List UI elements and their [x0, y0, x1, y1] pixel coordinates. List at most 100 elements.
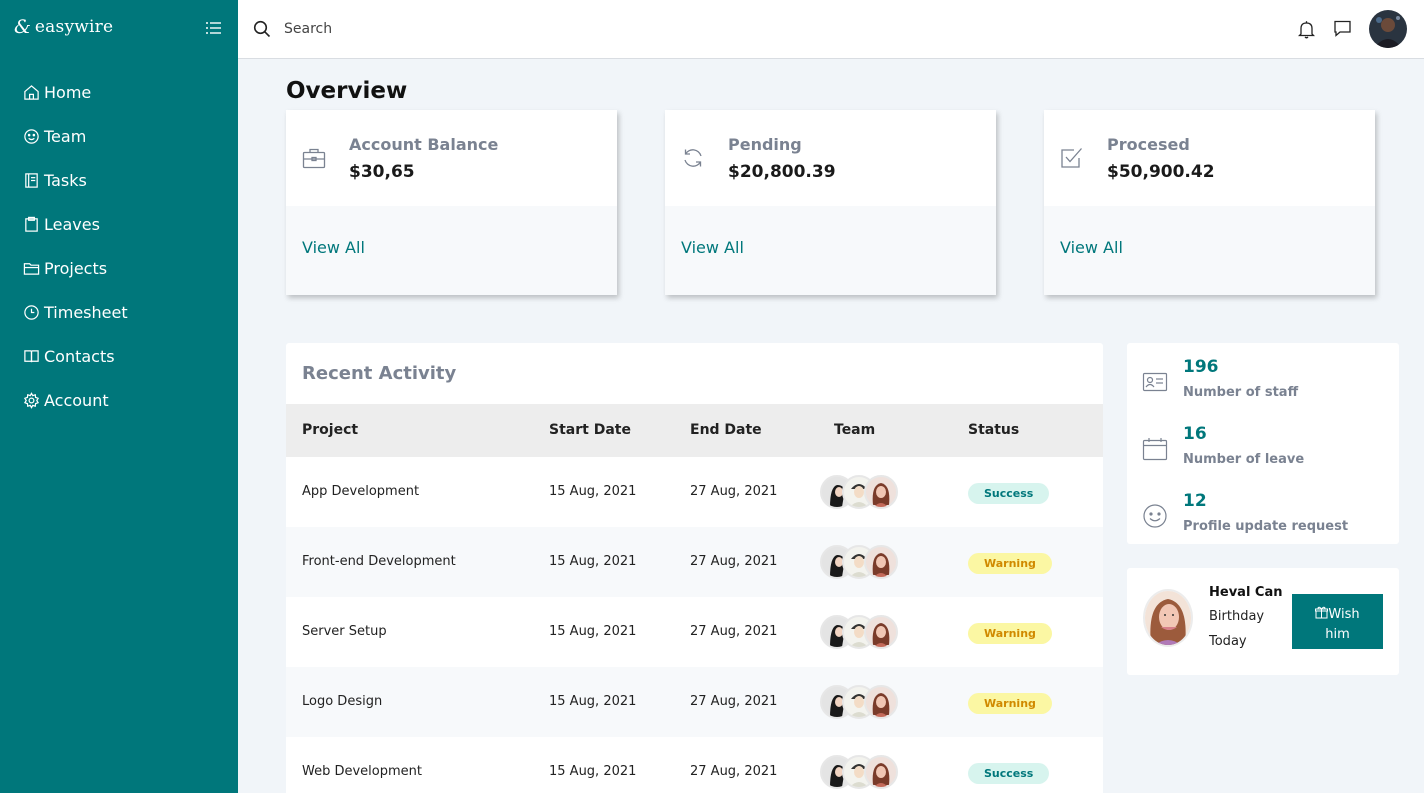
team-avatars	[820, 545, 910, 579]
birthday-avatar	[1143, 589, 1193, 647]
project-cell: Web Development	[302, 764, 422, 779]
card-label: Procesed	[1107, 135, 1190, 154]
card-value: $20,800.39	[728, 162, 836, 182]
notebook-icon	[25, 172, 38, 188]
project-cell: App Development	[302, 484, 420, 499]
view-all-link[interactable]: View All	[302, 238, 365, 257]
view-all-link[interactable]: View All	[681, 238, 744, 257]
logo-mark: &	[14, 16, 31, 38]
pending-card: Pending $20,800.39 View All	[665, 110, 996, 295]
stat-label: Number of leave	[1183, 452, 1305, 467]
stat-value: 196	[1183, 357, 1219, 377]
start-date-cell: 15 Aug, 2021	[549, 484, 637, 499]
team-avatars	[820, 475, 910, 509]
end-date-cell: 27 Aug, 2021	[690, 764, 778, 779]
table-row[interactable]: Server Setup 15 Aug, 2021 27 Aug, 2021 W…	[286, 597, 1103, 667]
sidebar-item-tasks[interactable]: Tasks	[0, 158, 238, 202]
sidebar: & easywire Home Team Tasks Leaves Projec…	[0, 0, 238, 793]
list-menu-icon[interactable]	[205, 20, 223, 36]
project-cell: Logo Design	[302, 694, 383, 709]
start-date-cell: 15 Aug, 2021	[549, 624, 637, 639]
birthday-name: Heval Can	[1209, 585, 1283, 600]
wish-button-label: Wish	[1328, 607, 1360, 622]
user-avatar[interactable]	[1369, 10, 1407, 48]
stat-leave[interactable]: 16 Number of leave	[1127, 414, 1399, 474]
stat-profile-updates[interactable]: 12 Profile update request	[1127, 481, 1399, 541]
column-header[interactable]: Status	[968, 422, 1019, 438]
table-row[interactable]: Front-end Development 15 Aug, 2021 27 Au…	[286, 527, 1103, 597]
sidebar-item-account[interactable]: Account	[0, 378, 238, 422]
column-header[interactable]: Team	[834, 422, 875, 438]
table-row[interactable]: Logo Design 15 Aug, 2021 27 Aug, 2021 Wa…	[286, 667, 1103, 737]
sidebar-nav: Home Team Tasks Leaves Projects Timeshee…	[0, 70, 238, 422]
table-row[interactable]: App Development 15 Aug, 2021 27 Aug, 202…	[286, 457, 1103, 527]
sidebar-item-label: Team	[44, 126, 87, 146]
folder-icon	[23, 262, 40, 275]
column-header[interactable]: End Date	[690, 422, 762, 438]
team-member-avatar	[864, 685, 898, 719]
sidebar-item-label: Leaves	[44, 214, 100, 234]
sidebar-item-label: Contacts	[44, 346, 115, 366]
stat-value: 12	[1183, 491, 1207, 511]
sidebar-item-label: Timesheet	[44, 302, 128, 322]
stat-value: 16	[1183, 424, 1207, 444]
stats-panel: 196 Number of staff 16 Number of leave 1…	[1127, 343, 1399, 544]
sidebar-item-projects[interactable]: Projects	[0, 246, 238, 290]
status-badge: Success	[968, 763, 1050, 784]
column-header[interactable]: Project	[302, 422, 358, 438]
sidebar-item-team[interactable]: Team	[0, 114, 238, 158]
table-body: App Development 15 Aug, 2021 27 Aug, 202…	[286, 457, 1103, 793]
team-member-avatar	[864, 755, 898, 789]
start-date-cell: 15 Aug, 2021	[549, 554, 637, 569]
birthday-label: Birthday	[1209, 609, 1265, 624]
column-header[interactable]: Start Date	[549, 422, 631, 438]
status-badge: Warning	[968, 623, 1052, 644]
gear-icon	[23, 391, 40, 409]
end-date-cell: 27 Aug, 2021	[690, 694, 778, 709]
page-title: Overview	[286, 78, 408, 104]
team-member-avatar	[864, 475, 898, 509]
end-date-cell: 27 Aug, 2021	[690, 624, 778, 639]
refresh-icon	[684, 149, 702, 167]
project-cell: Server Setup	[302, 624, 387, 639]
chat-icon[interactable]	[1333, 19, 1352, 38]
sidebar-item-home[interactable]: Home	[0, 70, 238, 114]
start-date-cell: 15 Aug, 2021	[549, 694, 637, 709]
processed-card: Procesed $50,900.42 View All	[1044, 110, 1375, 295]
search-input[interactable]	[284, 16, 784, 42]
id-card-icon	[1142, 372, 1168, 392]
smile-icon	[1143, 504, 1167, 528]
sidebar-item-timesheet[interactable]: Timesheet	[0, 290, 238, 334]
status-badge: Warning	[968, 553, 1052, 574]
book-icon	[24, 349, 39, 362]
wish-button[interactable]: Wish him	[1292, 594, 1383, 649]
start-date-cell: 15 Aug, 2021	[549, 764, 637, 779]
card-value: $30,65	[349, 162, 415, 182]
project-cell: Front-end Development	[302, 554, 456, 569]
search-icon[interactable]	[253, 20, 271, 38]
sidebar-item-leaves[interactable]: Leaves	[0, 202, 238, 246]
topbar	[238, 0, 1424, 59]
account-balance-card: Account Balance $30,65 View All	[286, 110, 617, 295]
bell-icon[interactable]	[1298, 20, 1315, 39]
table-header: Project Start Date End Date Team Status	[286, 404, 1103, 457]
sidebar-item-contacts[interactable]: Contacts	[0, 334, 238, 378]
clock-icon	[24, 304, 39, 320]
table-row[interactable]: Web Development 15 Aug, 2021 27 Aug, 202…	[286, 737, 1103, 793]
sidebar-item-label: Tasks	[44, 170, 87, 190]
smile-icon	[24, 128, 39, 144]
calendar-icon	[1142, 438, 1168, 461]
stat-label: Profile update request	[1183, 519, 1349, 534]
view-all-link[interactable]: View All	[1060, 238, 1123, 257]
wish-button-label-2: him	[1325, 627, 1350, 642]
stat-staff[interactable]: 196 Number of staff	[1127, 347, 1399, 407]
clipboard-icon	[25, 216, 38, 232]
brand-logo[interactable]: & easywire	[14, 16, 113, 38]
card-label: Account Balance	[349, 135, 499, 154]
checkbox-icon	[1061, 148, 1082, 168]
recent-activity-panel: Recent Activity Project Start Date End D…	[286, 343, 1103, 793]
gift-icon	[1315, 606, 1329, 619]
stat-label: Number of staff	[1183, 385, 1299, 400]
logo-text: easywire	[34, 17, 114, 37]
team-avatars	[820, 615, 910, 649]
